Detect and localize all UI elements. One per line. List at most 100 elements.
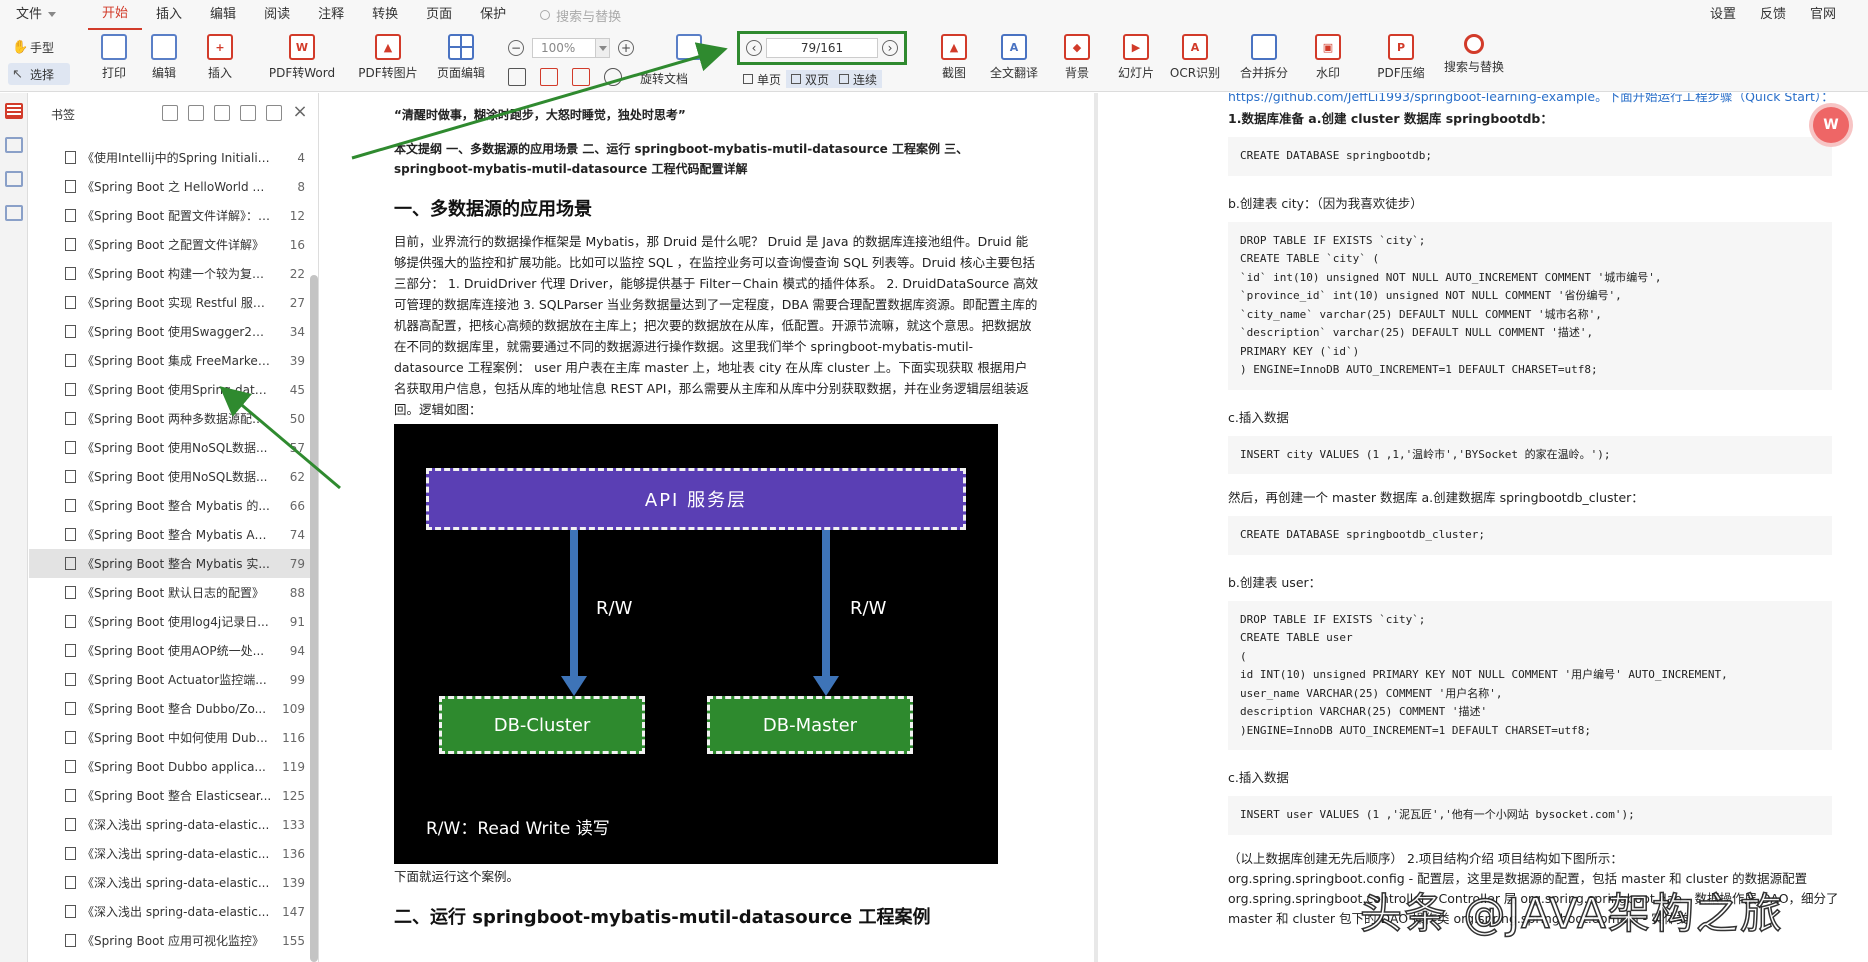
settings-link[interactable]: 设置 xyxy=(1698,0,1748,30)
insert-button[interactable]: + 插入 xyxy=(188,34,252,81)
feedback-link[interactable]: 反馈 xyxy=(1748,0,1798,30)
bookmark-item[interactable]: 《Spring Boot 使用log4j记录日... 91 xyxy=(29,607,311,636)
bookmark-item[interactable]: 《Spring Boot 中如何使用 Dub... 116 xyxy=(29,723,311,752)
collapse-all-icon[interactable] xyxy=(188,105,204,121)
zoom-out-icon[interactable]: − xyxy=(508,40,524,56)
menu-file[interactable]: 文件 xyxy=(0,0,70,30)
single-page-mode[interactable]: 单页 xyxy=(738,70,786,88)
menu-tab-convert[interactable]: 转换 xyxy=(358,0,412,30)
actual-size-icon[interactable] xyxy=(572,68,590,86)
translate-button[interactable]: A 全文翻译 xyxy=(982,34,1046,81)
background-button[interactable]: ◆ 背景 xyxy=(1045,34,1109,81)
pdf-to-image-button[interactable]: ▲ PDF转图片 xyxy=(356,34,420,81)
zoom-in-icon[interactable]: + xyxy=(618,40,634,56)
bookmark-icon xyxy=(65,760,76,773)
edit-button[interactable]: 编辑 xyxy=(132,34,196,81)
website-link[interactable]: 官网 xyxy=(1798,0,1848,30)
bookmark-item-label: 《使用Intellij中的Spring Initializr... xyxy=(82,151,272,165)
merge-split-button[interactable]: 合并拆分 xyxy=(1232,34,1296,81)
menu-search[interactable]: 搜索与替换 xyxy=(540,6,621,25)
bookmark-item-page: 12 xyxy=(289,208,305,223)
bookmark-item[interactable]: 《Spring Boot 使用Spring-data... 45 xyxy=(29,375,311,404)
fit-page-icon[interactable] xyxy=(508,68,526,86)
bookmark-item[interactable]: 《使用Intellij中的Spring Initializr... 4 xyxy=(29,143,311,172)
bookmark-item[interactable]: 《Spring Boot 之 HelloWorld 详... 8 xyxy=(29,172,311,201)
rotate-icon[interactable] xyxy=(604,68,622,86)
bookmark-item[interactable]: 《Spring Boot 整合 Mybatis 的... 66 xyxy=(29,491,311,520)
bookmark-item[interactable]: 《深入浅出 spring-data-elastic... 133 xyxy=(29,810,311,839)
rotate-doc-button[interactable]: 旋转文档 xyxy=(640,70,688,87)
fit-width-icon[interactable] xyxy=(540,68,558,86)
bookmark-item[interactable]: 《Spring Boot 使用Swagger2构... 34 xyxy=(29,317,311,346)
menu-tab-page[interactable]: 页面 xyxy=(412,0,466,30)
annotations-icon[interactable] xyxy=(5,171,23,187)
bookmark-item[interactable]: 《Spring Boot 应用可视化监控》 155 xyxy=(29,926,311,955)
bookmark-item[interactable]: 《Spring Boot 整合 Dubbo/Zo... 109 xyxy=(29,694,311,723)
screenshot-button[interactable]: ▲ 截图 xyxy=(922,34,986,81)
double-page-mode[interactable]: 双页 xyxy=(786,70,835,88)
add-bookmark-icon[interactable] xyxy=(214,105,230,121)
bookmark-item[interactable]: 《Spring Boot 整合 Mybatis An... 74 xyxy=(29,520,311,549)
expand-all-icon[interactable] xyxy=(162,105,178,121)
menu-tab-protect[interactable]: 保护 xyxy=(466,0,520,30)
bookmark-item[interactable]: 《Spring Boot 之配置文件详解》 16 xyxy=(29,230,311,259)
bookmark-item[interactable]: 《Spring Boot 使用AOP统一处... 94 xyxy=(29,636,311,665)
bookmark-icon xyxy=(65,731,76,744)
search-replace-button[interactable]: 搜索与替换 xyxy=(1442,34,1506,75)
screenshot-doc-button[interactable] xyxy=(657,34,721,64)
bookmark-icon xyxy=(65,586,76,599)
bookmark-item[interactable]: 《Spring Boot 构建一个较为复杂... 22 xyxy=(29,259,311,288)
menu-tab-home[interactable]: 开始 xyxy=(88,0,143,30)
menu-tab-insert[interactable]: 插入 xyxy=(142,0,196,30)
bookmark-item[interactable]: 《Spring Boot 配置文件详解》：自... 12 xyxy=(29,201,311,230)
bookmark-scrollbar[interactable] xyxy=(310,275,318,962)
pdf-to-word-button[interactable]: W PDF转Word xyxy=(269,34,335,81)
thumbnails-icon[interactable] xyxy=(5,137,23,153)
pdf-compress-button[interactable]: P PDF压缩 xyxy=(1369,34,1433,81)
bookmark-item[interactable]: 《Spring Boot 使用NoSQL数据... 57 xyxy=(29,433,311,462)
bookmark-item-page: 50 xyxy=(289,411,305,426)
bookmark-item-label: 《Spring Boot Actuator监控端... xyxy=(82,673,267,687)
delete-icon[interactable] xyxy=(266,105,282,121)
bookmark-item[interactable]: 《Spring Boot 使用NoSQL数据... 62 xyxy=(29,462,311,491)
ocr-button[interactable]: A OCR识别 xyxy=(1163,34,1227,81)
continuous-mode[interactable]: 连续 xyxy=(834,70,883,88)
bookmark-item[interactable]: 《深入浅出 spring-data-elastic... 136 xyxy=(29,839,311,868)
bookmark-item-label: 《Spring Boot 整合 Mybatis An... xyxy=(82,528,272,542)
step-1: 1.数据库准备 a.创建 cluster 数据库 springbootdb： xyxy=(1228,111,1553,126)
ocr-label: OCR识别 xyxy=(1169,66,1221,80)
bookmark-item[interactable]: 《深入浅出 spring-data-elastic... 147 xyxy=(29,897,311,926)
page-number-input[interactable]: 79/161 xyxy=(766,38,878,58)
bookmark-icon xyxy=(65,470,76,483)
bookmark-item[interactable]: 《Spring Boot 集成 FreeMarker... 39 xyxy=(29,346,311,375)
watermark-button[interactable]: ▣ 水印 xyxy=(1296,34,1360,81)
prev-page-icon[interactable]: ‹ xyxy=(746,40,762,56)
slideshow-button[interactable]: ▶ 幻灯片 xyxy=(1104,34,1168,81)
floating-assistant-button[interactable]: W xyxy=(1813,107,1849,143)
bookmark-item[interactable]: 《深入浅出 spring-data-elastic... 139 xyxy=(29,868,311,897)
bookmark-item[interactable]: 《Spring Boot 实现 Restful 服务... 27 xyxy=(29,288,311,317)
github-link[interactable]: https://github.com/JeffLi1993/springboot… xyxy=(1228,93,1868,107)
bookmark-item[interactable]: 《Spring Boot 整合 Mybatis 实... 79 xyxy=(29,549,311,578)
menu-tab-read[interactable]: 阅读 xyxy=(250,0,304,30)
zoom-input[interactable]: 100% xyxy=(532,38,610,58)
bookmark-item[interactable]: 《Spring Boot 两种多数据源配置... 50 xyxy=(29,404,311,433)
menu-tab-annotate[interactable]: 注释 xyxy=(304,0,358,30)
translate-label: 全文翻译 xyxy=(989,66,1038,80)
bookmark-item[interactable]: 《Spring Boot 整合 Elasticsear... 125 xyxy=(29,781,311,810)
bookmark-list-icon[interactable] xyxy=(5,103,23,119)
chevron-down-icon[interactable] xyxy=(595,39,609,57)
bookmark-icon[interactable] xyxy=(240,105,256,121)
search-panel-icon[interactable] xyxy=(5,205,23,221)
bookmark-item[interactable]: 《Spring Boot Dubbo applica... 119 xyxy=(29,752,311,781)
bookmark-icon xyxy=(65,876,76,889)
close-icon[interactable]: × xyxy=(292,103,308,121)
page-edit-button[interactable]: 页面编辑 xyxy=(429,34,493,81)
pdf-to-image-label: PDF转图片 xyxy=(358,66,418,80)
bookmark-item[interactable]: 《Spring Boot 默认日志的配置》 88 xyxy=(29,578,311,607)
hand-tool-button[interactable]: ✋ 手型 xyxy=(8,36,70,58)
bookmark-item[interactable]: 《Spring Boot Actuator监控端... 99 xyxy=(29,665,311,694)
menu-tab-edit[interactable]: 编辑 xyxy=(196,0,250,30)
select-tool-button[interactable]: ↖ 选择 xyxy=(8,63,70,85)
next-page-icon[interactable]: › xyxy=(882,40,898,56)
